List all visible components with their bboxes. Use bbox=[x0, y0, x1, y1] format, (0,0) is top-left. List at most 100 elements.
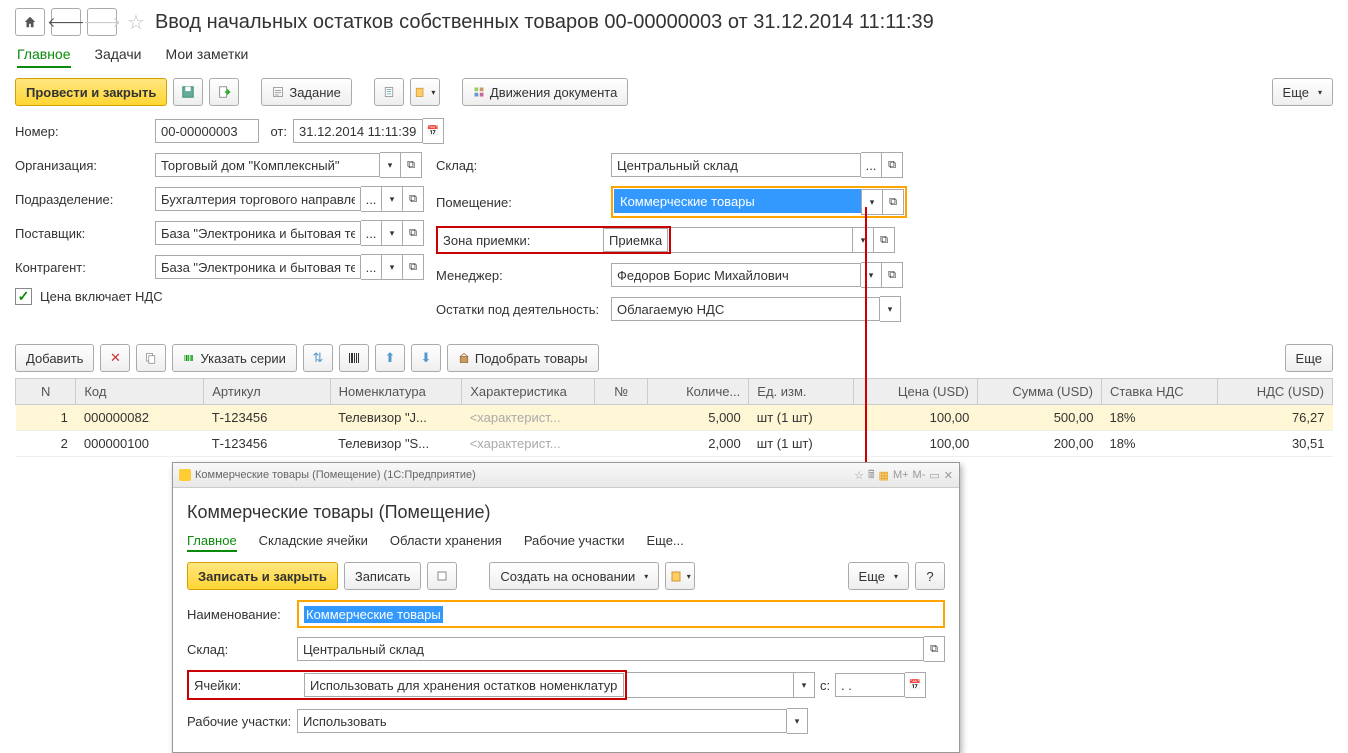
move-up-button[interactable]: ⬆ bbox=[375, 344, 405, 372]
col-n[interactable]: N bbox=[16, 379, 76, 405]
col-qty[interactable]: Количе... bbox=[648, 379, 749, 405]
tab-tasks[interactable]: Задачи bbox=[95, 42, 142, 68]
c-input[interactable] bbox=[835, 673, 905, 697]
manager-input[interactable] bbox=[611, 263, 861, 287]
mplus[interactable]: M+ bbox=[893, 469, 909, 481]
movements-button[interactable]: Движения документа bbox=[462, 78, 628, 106]
dept-open[interactable]: ⧉ bbox=[403, 186, 424, 212]
fav-icon[interactable]: ☆ bbox=[854, 469, 864, 482]
supplier-open[interactable]: ⧉ bbox=[403, 220, 424, 246]
price-includes-vat-checkbox[interactable]: ✓ bbox=[15, 288, 32, 305]
dept-drop[interactable]: ▾ bbox=[382, 186, 403, 212]
attach-button[interactable]: ▾ bbox=[410, 78, 440, 106]
main-tabs: Главное Задачи Мои заметки bbox=[15, 42, 1333, 68]
counterparty-dots[interactable]: ... bbox=[361, 254, 382, 280]
col-sum[interactable]: Сумма (USD) bbox=[977, 379, 1101, 405]
col-vat[interactable]: НДС (USD) bbox=[1217, 379, 1332, 405]
mwarehouse-open[interactable]: ⧉ bbox=[924, 636, 945, 662]
table-row[interactable]: 2000000100Т-123456Телевизор "S...<характ… bbox=[16, 431, 1333, 457]
name-label: Наименование: bbox=[187, 607, 297, 622]
cells-drop[interactable]: ▾ bbox=[794, 672, 815, 698]
warehouse-open[interactable]: ⧉ bbox=[882, 152, 903, 178]
forward-button[interactable]: 🡒 bbox=[87, 8, 117, 36]
home-button[interactable] bbox=[15, 8, 45, 36]
tab-notes[interactable]: Мои заметки bbox=[166, 42, 249, 68]
col-num[interactable]: № bbox=[595, 379, 648, 405]
counterparty-input[interactable] bbox=[155, 255, 361, 279]
c-cal[interactable]: 📅 bbox=[905, 672, 926, 698]
col-art[interactable]: Артикул bbox=[204, 379, 330, 405]
supplier-dots[interactable]: ... bbox=[361, 220, 382, 246]
calendar-icon[interactable]: 📅 bbox=[423, 118, 444, 144]
org-input[interactable] bbox=[155, 153, 380, 177]
favorite-icon[interactable]: ☆ bbox=[127, 10, 145, 35]
tab-main[interactable]: Главное bbox=[17, 42, 71, 68]
date-input[interactable] bbox=[293, 119, 423, 143]
mtab-main[interactable]: Главное bbox=[187, 531, 237, 552]
add-row-button[interactable]: Добавить bbox=[15, 344, 94, 372]
table-row[interactable]: 1000000082Т-123456Телевизор "J...<характ… bbox=[16, 405, 1333, 431]
org-open[interactable]: ⧉ bbox=[401, 152, 422, 178]
pick-goods-button[interactable]: Подобрать товары bbox=[447, 344, 599, 372]
save-and-close-button[interactable]: Записать и закрыть bbox=[187, 562, 338, 590]
warehouse-dots[interactable]: ... bbox=[861, 152, 882, 178]
calc-icon[interactable]: 🖩 bbox=[868, 466, 875, 485]
room-input[interactable] bbox=[614, 189, 861, 213]
more-button[interactable]: Еще▾ bbox=[1272, 78, 1333, 106]
dept-dots[interactable]: ... bbox=[361, 186, 382, 212]
col-char[interactable]: Характеристика bbox=[462, 379, 595, 405]
number-input[interactable] bbox=[155, 119, 259, 143]
create-based-button[interactable]: Создать на основании▾ bbox=[489, 562, 659, 590]
barcode-button[interactable] bbox=[339, 344, 369, 372]
task-button[interactable]: Задание bbox=[261, 78, 352, 106]
table-more-button[interactable]: Еще bbox=[1285, 344, 1333, 372]
post-and-close-button[interactable]: Провести и закрыть bbox=[15, 78, 167, 106]
min-icon[interactable]: ▭ bbox=[929, 469, 939, 482]
zone-input[interactable] bbox=[603, 228, 668, 252]
help-button[interactable]: ? bbox=[915, 562, 945, 590]
areas-drop[interactable]: ▾ bbox=[787, 708, 808, 734]
preview-button[interactable] bbox=[427, 562, 457, 590]
supplier-input[interactable] bbox=[155, 221, 361, 245]
attach2-button[interactable]: ▾ bbox=[665, 562, 695, 590]
warehouse-input[interactable] bbox=[611, 153, 861, 177]
mtab-cells[interactable]: Складские ячейки bbox=[259, 531, 368, 552]
col-nom[interactable]: Номенклатура bbox=[330, 379, 462, 405]
counterparty-open[interactable]: ⧉ bbox=[403, 254, 424, 280]
dialog-more-button[interactable]: Еще▾ bbox=[848, 562, 909, 590]
col-price[interactable]: Цена (USD) bbox=[854, 379, 978, 405]
save-button2[interactable]: Записать bbox=[344, 562, 422, 590]
zone-open[interactable]: ⧉ bbox=[874, 227, 895, 253]
copy-row-button[interactable] bbox=[136, 344, 166, 372]
name-input[interactable]: Коммерческие товары bbox=[304, 606, 443, 623]
dept-input[interactable] bbox=[155, 187, 361, 211]
mminus[interactable]: M- bbox=[913, 469, 926, 481]
org-drop[interactable]: ▾ bbox=[380, 152, 401, 178]
series-button[interactable]: Указать серии bbox=[172, 344, 296, 372]
move-down-button[interactable]: ⬇ bbox=[411, 344, 441, 372]
mwarehouse-input[interactable] bbox=[297, 637, 924, 661]
col-code[interactable]: Код bbox=[76, 379, 204, 405]
back-button[interactable]: 🡐 bbox=[51, 8, 81, 36]
counterparty-drop[interactable]: ▾ bbox=[382, 254, 403, 280]
cal2-icon[interactable]: ▦ bbox=[879, 469, 889, 482]
cells-input[interactable] bbox=[304, 673, 624, 697]
mtab-areas[interactable]: Области хранения bbox=[390, 531, 502, 552]
zone-drop[interactable]: ▾ bbox=[853, 227, 874, 253]
activity-drop[interactable]: ▾ bbox=[880, 296, 901, 322]
link-button[interactable]: ⇅ bbox=[303, 344, 333, 372]
mtab-more[interactable]: Еще... bbox=[646, 531, 683, 552]
delete-row-button[interactable]: ✕ bbox=[100, 344, 130, 372]
save-button[interactable] bbox=[173, 78, 203, 106]
close-icon[interactable]: ✕ bbox=[944, 469, 953, 482]
report-button[interactable] bbox=[374, 78, 404, 106]
room-open[interactable]: ⧉ bbox=[883, 189, 904, 215]
areas-input[interactable] bbox=[297, 709, 787, 733]
manager-open[interactable]: ⧉ bbox=[882, 262, 903, 288]
activity-input[interactable] bbox=[611, 297, 880, 321]
mtab-work[interactable]: Рабочие участки bbox=[524, 531, 625, 552]
post-button[interactable] bbox=[209, 78, 239, 106]
col-unit[interactable]: Ед. изм. bbox=[749, 379, 854, 405]
supplier-drop[interactable]: ▾ bbox=[382, 220, 403, 246]
col-vatrate[interactable]: Ставка НДС bbox=[1101, 379, 1217, 405]
